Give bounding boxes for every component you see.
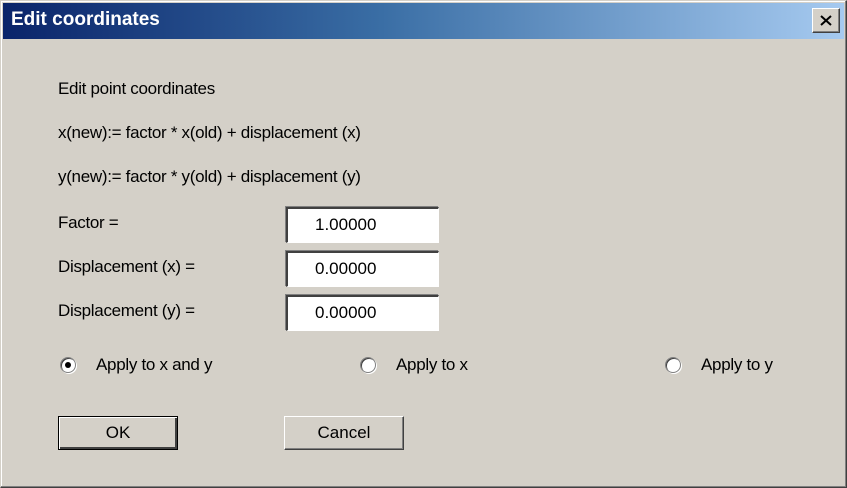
close-icon [820, 15, 832, 26]
radio-label-apply-y: Apply to y [701, 355, 773, 374]
cancel-button[interactable]: Cancel [284, 416, 404, 450]
radio-checked-icon[interactable] [60, 357, 76, 373]
formula-x: x(new):= factor * x(old) + displacement … [58, 123, 361, 142]
radio-unchecked-icon[interactable] [665, 357, 681, 373]
displacement-x-label: Displacement (x) = [58, 257, 195, 276]
radio-unchecked-icon[interactable] [360, 357, 376, 373]
displacement-y-label: Displacement (y) = [58, 301, 195, 320]
radio-label-apply-x: Apply to x [396, 355, 468, 374]
dialog-title: Edit coordinates [11, 9, 160, 30]
title-bar[interactable]: Edit coordinates [3, 3, 844, 39]
section-heading: Edit point coordinates [58, 79, 215, 98]
formula-y: y(new):= factor * y(old) + displacement … [58, 167, 361, 186]
radio-apply-x[interactable]: Apply to x [360, 355, 468, 375]
ok-button[interactable]: OK [58, 416, 178, 450]
displacement-x-input[interactable]: 0.00000 [286, 251, 439, 287]
radio-label-apply-x-and-y: Apply to x and y [96, 355, 213, 374]
radio-apply-y[interactable]: Apply to y [665, 355, 773, 375]
edit-coordinates-dialog: Edit coordinates Edit point coordinates … [0, 0, 847, 488]
factor-input[interactable]: 1.00000 [286, 207, 439, 243]
factor-label: Factor = [58, 213, 119, 232]
radio-apply-x-and-y[interactable]: Apply to x and y [60, 355, 212, 375]
displacement-y-input[interactable]: 0.00000 [286, 295, 439, 331]
close-button[interactable] [812, 8, 840, 33]
